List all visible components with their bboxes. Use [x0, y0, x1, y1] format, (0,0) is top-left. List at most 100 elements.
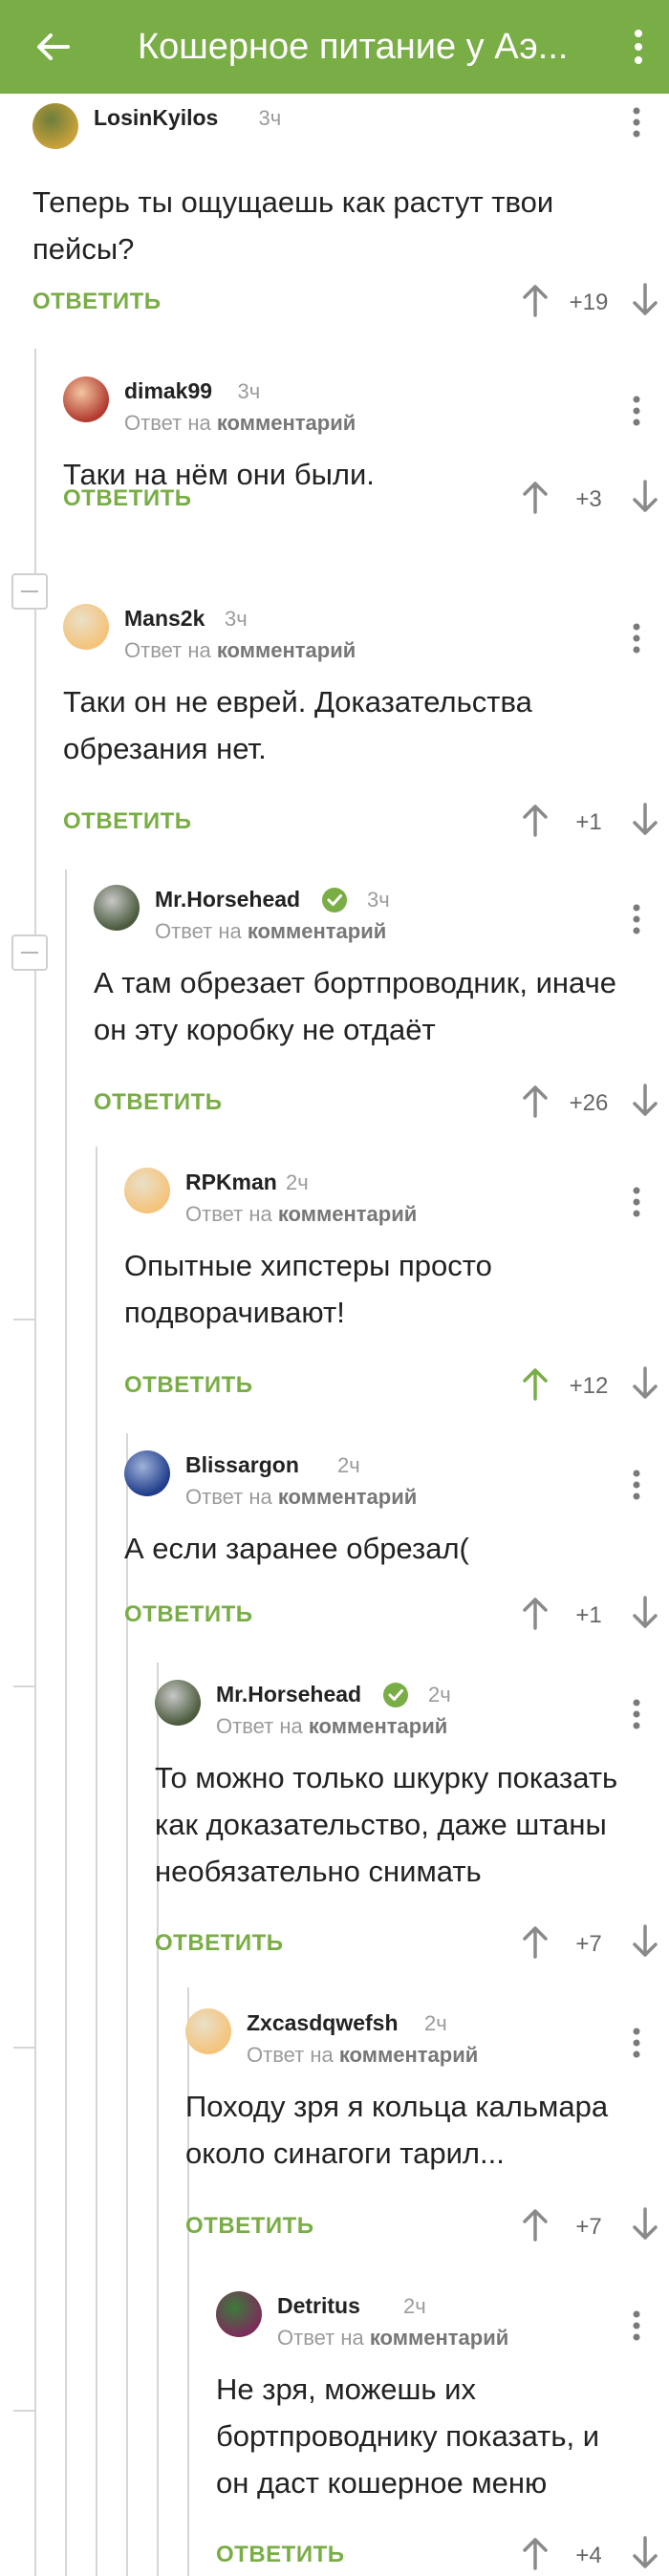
comment-menu-button[interactable] — [617, 2020, 656, 2066]
avatar[interactable] — [216, 2291, 262, 2337]
comment: Mr.Horsehead 2ч Ответ на комментарий То мож… — [0, 1676, 669, 1987]
avatar[interactable] — [185, 2008, 231, 2054]
avatar[interactable] — [63, 604, 109, 650]
downvote-button[interactable] — [626, 2205, 664, 2243]
comment-menu-button[interactable] — [617, 1691, 656, 1737]
verified-badge-icon — [321, 887, 348, 913]
back-button[interactable] — [0, 0, 105, 94]
comment-text: А если заранее обрезал( — [124, 1532, 469, 1565]
comment-score: +19 — [569, 290, 609, 315]
minus-icon — [21, 590, 38, 592]
comment-text: Опытные хипстеры просто подворачивают! — [124, 1249, 492, 1329]
comment-menu-button[interactable] — [617, 1179, 656, 1225]
comment-score: +7 — [575, 1931, 602, 1957]
arrow-up-icon — [523, 482, 548, 514]
downvote-button[interactable] — [626, 1364, 664, 1403]
comment-menu-button[interactable] — [617, 896, 656, 942]
reply-button[interactable]: ОТВЕТИТЬ — [124, 1601, 253, 1628]
upvote-button[interactable] — [516, 478, 554, 516]
arrow-up-icon — [523, 1598, 548, 1630]
avatar[interactable] — [94, 885, 140, 931]
comment-menu-button[interactable] — [617, 615, 656, 661]
comment-score: +4 — [575, 2543, 602, 2568]
upvote-button[interactable] — [516, 1594, 554, 1632]
comment-text: А там обрезает бортпроводник, иначе он э… — [94, 966, 616, 1046]
reply-to-target: комментарий — [216, 638, 356, 662]
upvote-button[interactable] — [516, 801, 554, 839]
downvote-button[interactable] — [626, 281, 664, 319]
kebab-menu-icon — [633, 1699, 640, 1729]
kebab-menu-icon — [633, 396, 640, 426]
reply-to-link[interactable]: Ответ на комментарий — [277, 2326, 508, 2351]
comment-text: Не зря, можешь их бортпроводнику показат… — [216, 2372, 600, 2500]
comment-score: +1 — [575, 1602, 602, 1628]
reply-to-prefix: Ответ на — [185, 1485, 278, 1509]
upvote-button[interactable] — [516, 1364, 554, 1403]
upvote-button[interactable] — [516, 1082, 554, 1120]
avatar[interactable] — [124, 1450, 170, 1496]
arrow-up-icon — [523, 285, 548, 317]
reply-button[interactable]: ОТВЕТИТЬ — [94, 1089, 223, 1116]
author-name[interactable]: RPKman — [185, 1170, 277, 1195]
kebab-menu-icon — [633, 2028, 640, 2058]
avatar[interactable] — [124, 1168, 170, 1213]
upvote-button[interactable] — [516, 2205, 554, 2243]
arrow-down-icon — [633, 2536, 658, 2568]
downvote-button[interactable] — [626, 478, 664, 516]
reply-button[interactable]: ОТВЕТИТЬ — [155, 1930, 284, 1957]
reply-button[interactable]: ОТВЕТИТЬ — [216, 2542, 345, 2568]
downvote-button[interactable] — [626, 801, 664, 839]
arrow-down-icon — [633, 480, 658, 512]
reply-to-link[interactable]: Ответ на комментарий — [185, 1485, 417, 1510]
reply-to-link[interactable]: Ответ на комментарий — [216, 1714, 447, 1739]
reply-to-prefix: Ответ на — [216, 1714, 309, 1738]
downvote-button[interactable] — [626, 1082, 664, 1120]
arrow-left-icon — [37, 33, 70, 60]
author-name[interactable]: LosinKyilos — [94, 105, 218, 131]
author-name[interactable]: dimak99 — [124, 378, 212, 404]
comment-menu-button[interactable] — [617, 2303, 656, 2349]
reply-to-link[interactable]: Ответ на комментарий — [185, 1202, 417, 1227]
reply-to-target: комментарий — [277, 1485, 418, 1509]
author-name[interactable]: Zxcasdqwefsh — [247, 2010, 399, 2036]
reply-button[interactable]: ОТВЕТИТЬ — [32, 289, 162, 315]
comment-time: 2ч — [286, 1170, 309, 1194]
verified-badge-icon — [382, 1682, 409, 1708]
downvote-button[interactable] — [626, 1922, 664, 1961]
upvote-button[interactable] — [516, 1922, 554, 1961]
downvote-button[interactable] — [626, 2534, 664, 2572]
author-name[interactable]: Mans2k — [124, 606, 205, 632]
reply-button[interactable]: ОТВЕТИТЬ — [63, 485, 192, 512]
author-name[interactable]: Mr.Horsehead — [155, 887, 300, 912]
comment-text: То можно только шкурку показать как дока… — [155, 1761, 618, 1888]
reply-to-prefix: Ответ на — [155, 919, 248, 943]
kebab-menu-icon — [635, 30, 642, 64]
upvote-button[interactable] — [516, 2534, 554, 2572]
comment-menu-button[interactable] — [617, 388, 656, 434]
reply-button[interactable]: ОТВЕТИТЬ — [185, 2213, 314, 2240]
upvote-button[interactable] — [516, 281, 554, 319]
author-name[interactable]: Mr.Horsehead — [216, 1682, 361, 1707]
comment-time: 2ч — [337, 1453, 360, 1477]
avatar[interactable] — [155, 1680, 201, 1726]
reply-to-prefix: Ответ на — [247, 2043, 339, 2067]
reply-button[interactable]: ОТВЕТИТЬ — [63, 808, 192, 835]
comment-menu-button[interactable] — [617, 99, 656, 145]
reply-to-prefix: Ответ на — [124, 638, 217, 662]
reply-to-link[interactable]: Ответ на комментарий — [247, 2043, 478, 2068]
page-title: Кошерное питание у Аэ... — [138, 26, 569, 67]
avatar[interactable] — [63, 376, 109, 422]
reply-to-link[interactable]: Ответ на комментарий — [124, 638, 356, 663]
comment-menu-button[interactable] — [617, 1462, 656, 1508]
reply-to-link[interactable]: Ответ на комментарий — [155, 919, 386, 944]
author-name[interactable]: Detritus — [277, 2293, 360, 2319]
comment-text: Таки он не еврей. Доказательства обрезан… — [63, 685, 532, 765]
reply-button[interactable]: ОТВЕТИТЬ — [124, 1372, 253, 1399]
reply-to-prefix: Ответ на — [185, 1202, 278, 1226]
author-name[interactable]: Blissargon — [185, 1452, 299, 1478]
downvote-button[interactable] — [626, 1594, 664, 1632]
reply-to-prefix: Ответ на — [277, 2326, 370, 2350]
reply-to-link[interactable]: Ответ на комментарий — [124, 411, 356, 436]
avatar[interactable] — [32, 103, 78, 149]
overflow-menu-button[interactable] — [608, 0, 669, 94]
